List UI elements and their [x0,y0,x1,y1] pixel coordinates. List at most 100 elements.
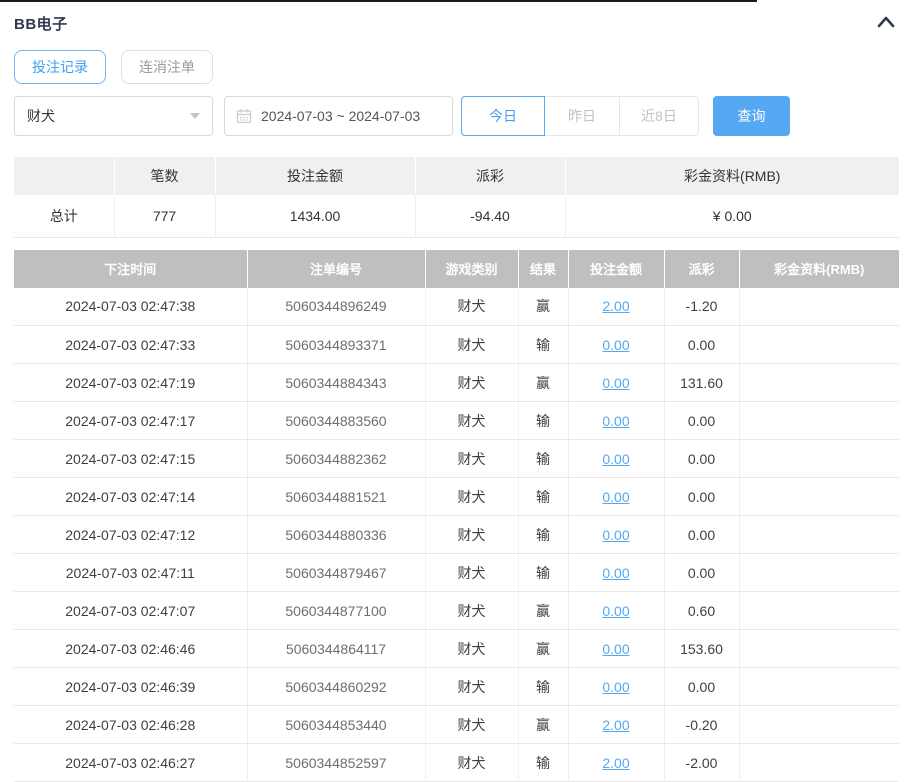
result-cell: 赢 [518,706,568,744]
payout-cell: 0.00 [664,516,739,554]
bet-time-cell: 2024-07-03 02:47:11 [14,554,247,592]
bet-amount-cell: 0.00 [568,554,664,592]
result-cell: 赢 [518,630,568,668]
tab-betting-records[interactable]: 投注记录 [14,50,106,84]
bonus-cell [739,288,899,326]
bet-amount-link[interactable]: 0.00 [602,489,629,505]
tab-cancelled-orders[interactable]: 连消注单 [121,50,213,84]
yesterday-button[interactable]: 昨日 [544,96,620,136]
summary-total-payout: -94.40 [415,195,565,237]
records-col-header-bonus: 彩金资料(RMB) [739,250,899,288]
table-row: 2024-07-03 02:47:145060344881521财犬输0.000… [14,478,899,516]
records-col-header-order: 注单编号 [247,250,425,288]
order-number-cell: 5060344852597 [247,744,425,782]
records-col-header-game: 游戏类别 [425,250,518,288]
date-range-value: 2024-07-03 ~ 2024-07-03 [261,108,420,124]
order-number-cell: 5060344879467 [247,554,425,592]
game-category-cell: 财犬 [425,364,518,402]
bet-time-cell: 2024-07-03 02:47:17 [14,402,247,440]
bet-amount-link[interactable]: 2.00 [602,298,629,314]
game-category-cell: 财犬 [425,326,518,364]
game-category-cell: 财犬 [425,630,518,668]
bet-time-cell: 2024-07-03 02:47:14 [14,478,247,516]
order-number-cell: 5060344860292 [247,668,425,706]
bet-amount-cell: 0.00 [568,364,664,402]
today-button[interactable]: 今日 [461,96,545,136]
filter-bar: 财犬 2024-07-03 ~ 2024-07-03 今日 昨日 近8日 查询 [14,96,899,136]
bet-amount-link[interactable]: 0.00 [602,375,629,391]
game-select[interactable]: 财犬 [14,96,213,136]
bonus-cell [739,478,899,516]
bonus-cell [739,516,899,554]
bet-time-cell: 2024-07-03 02:47:15 [14,440,247,478]
bet-amount-cell: 0.00 [568,326,664,364]
game-category-cell: 财犬 [425,440,518,478]
bet-amount-cell: 0.00 [568,668,664,706]
payout-cell: 0.60 [664,592,739,630]
bet-amount-cell: 0.00 [568,402,664,440]
table-row: 2024-07-03 02:46:285060344853440财犬赢2.00-… [14,706,899,744]
payout-cell: 131.60 [664,364,739,402]
payout-cell: 0.00 [664,402,739,440]
order-number-cell: 5060344881521 [247,478,425,516]
date-range-input[interactable]: 2024-07-03 ~ 2024-07-03 [224,96,453,136]
bet-time-cell: 2024-07-03 02:47:38 [14,288,247,326]
search-button[interactable]: 查询 [713,96,790,136]
bet-amount-cell: 0.00 [568,592,664,630]
summary-col-header-bet-amount: 投注金额 [215,157,415,195]
bonus-cell [739,592,899,630]
order-number-cell: 5060344882362 [247,440,425,478]
collapse-button[interactable] [873,12,899,34]
payout-cell: 0.00 [664,478,739,516]
bet-amount-link[interactable]: 2.00 [602,755,629,771]
table-row: 2024-07-03 02:46:465060344864117财犬赢0.001… [14,630,899,668]
order-number-cell: 5060344864117 [247,630,425,668]
bet-amount-link[interactable]: 0.00 [602,413,629,429]
table-row: 2024-07-03 02:46:395060344860292财犬输0.000… [14,668,899,706]
bet-amount-link[interactable]: 0.00 [602,337,629,353]
result-cell: 赢 [518,364,568,402]
last-8-days-button[interactable]: 近8日 [619,96,699,136]
bet-amount-link[interactable]: 0.00 [602,565,629,581]
result-cell: 输 [518,326,568,364]
payout-cell: 0.00 [664,326,739,364]
table-row: 2024-07-03 02:47:175060344883560财犬输0.000… [14,402,899,440]
bet-amount-cell: 0.00 [568,630,664,668]
bet-amount-link[interactable]: 0.00 [602,641,629,657]
bonus-cell [739,554,899,592]
panel-header: BB电子 [14,12,899,34]
page-title: BB电子 [14,13,68,34]
records-header-row: 下注时间 注单编号 游戏类别 结果 投注金额 派彩 彩金资料(RMB) [14,250,899,288]
game-category-cell: 财犬 [425,744,518,782]
table-row: 2024-07-03 02:47:385060344896249财犬赢2.00-… [14,288,899,326]
summary-total-row: 总计 777 1434.00 -94.40 ¥ 0.00 [14,195,899,237]
summary-col-header-bonus: 彩金资料(RMB) [565,157,899,195]
records-col-header-result: 结果 [518,250,568,288]
bet-amount-link[interactable]: 0.00 [602,603,629,619]
summary-total-bet-amount: 1434.00 [215,195,415,237]
game-category-cell: 财犬 [425,592,518,630]
game-category-cell: 财犬 [425,288,518,326]
bet-time-cell: 2024-07-03 02:47:33 [14,326,247,364]
order-number-cell: 5060344853440 [247,706,425,744]
game-select-value: 财犬 [27,106,55,126]
game-category-cell: 财犬 [425,706,518,744]
bonus-cell [739,706,899,744]
bet-amount-link[interactable]: 0.00 [602,679,629,695]
result-cell: 输 [518,402,568,440]
bet-amount-cell: 2.00 [568,744,664,782]
summary-total-bonus: ¥ 0.00 [565,195,899,237]
bet-amount-link[interactable]: 0.00 [602,527,629,543]
table-row: 2024-07-03 02:47:195060344884343财犬赢0.001… [14,364,899,402]
bet-amount-link[interactable]: 0.00 [602,451,629,467]
summary-col-header-payout: 派彩 [415,157,565,195]
chevron-down-icon [190,113,200,119]
bonus-cell [739,326,899,364]
bet-time-cell: 2024-07-03 02:46:28 [14,706,247,744]
game-category-cell: 财犬 [425,554,518,592]
bet-amount-link[interactable]: 2.00 [602,717,629,733]
bet-time-cell: 2024-07-03 02:47:07 [14,592,247,630]
summary-total-label: 总计 [14,195,114,237]
result-cell: 输 [518,554,568,592]
bonus-cell [739,402,899,440]
